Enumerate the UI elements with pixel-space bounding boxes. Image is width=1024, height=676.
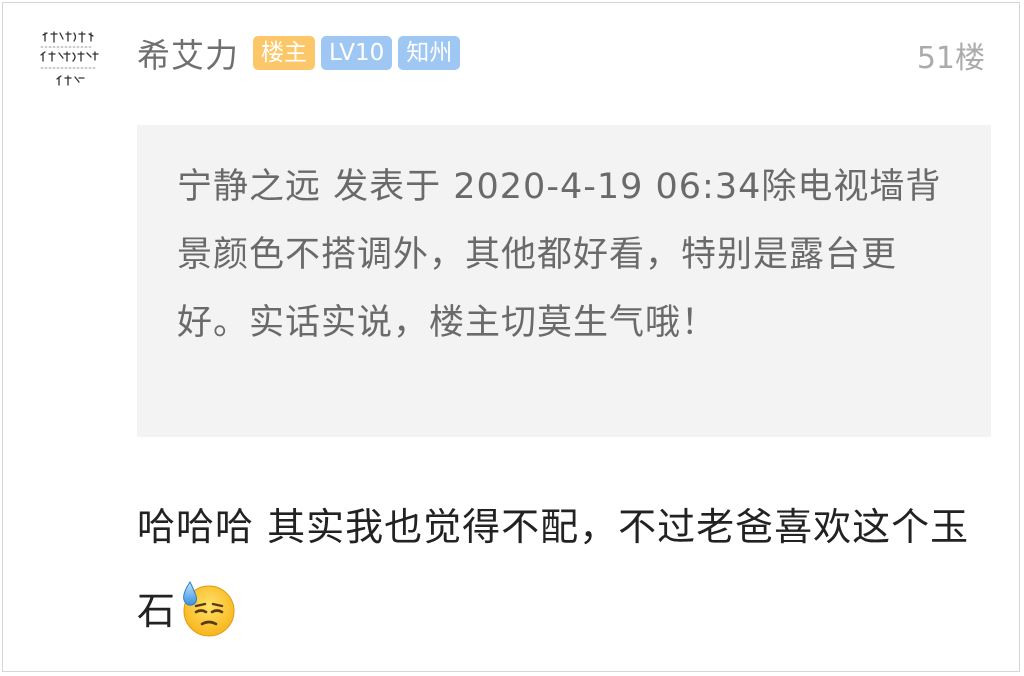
location-badge: 知州 bbox=[398, 36, 461, 70]
reply-content: 哈哈哈 其实我也觉得不配，不过老爸喜欢这个玉石 bbox=[137, 485, 987, 653]
post-header: 希艾力 楼主 LV10 知州 bbox=[137, 29, 466, 77]
floor-number: 51楼 bbox=[916, 41, 985, 76]
owner-badge: 楼主 bbox=[253, 36, 315, 70]
post-card: 希艾力 楼主 LV10 知州 51楼 宁静之远 发表于 2020-4-19 06… bbox=[2, 2, 1020, 672]
username[interactable]: 希艾力 bbox=[137, 29, 239, 77]
user-avatar[interactable] bbox=[29, 25, 111, 97]
reply-text: 哈哈哈 其实我也觉得不配，不过老爸喜欢这个玉石 bbox=[137, 505, 970, 633]
sweat-face-emoji-icon bbox=[183, 581, 235, 637]
level-badge: LV10 bbox=[321, 36, 393, 70]
quoted-post: 宁静之远 发表于 2020-4-19 06:34除电视墙背景颜色不搭调外，其他都… bbox=[137, 125, 991, 437]
quoted-post-text: 宁静之远 发表于 2020-4-19 06:34除电视墙背景颜色不搭调外，其他都… bbox=[177, 167, 942, 343]
handwritten-text-avatar-icon bbox=[29, 25, 111, 97]
